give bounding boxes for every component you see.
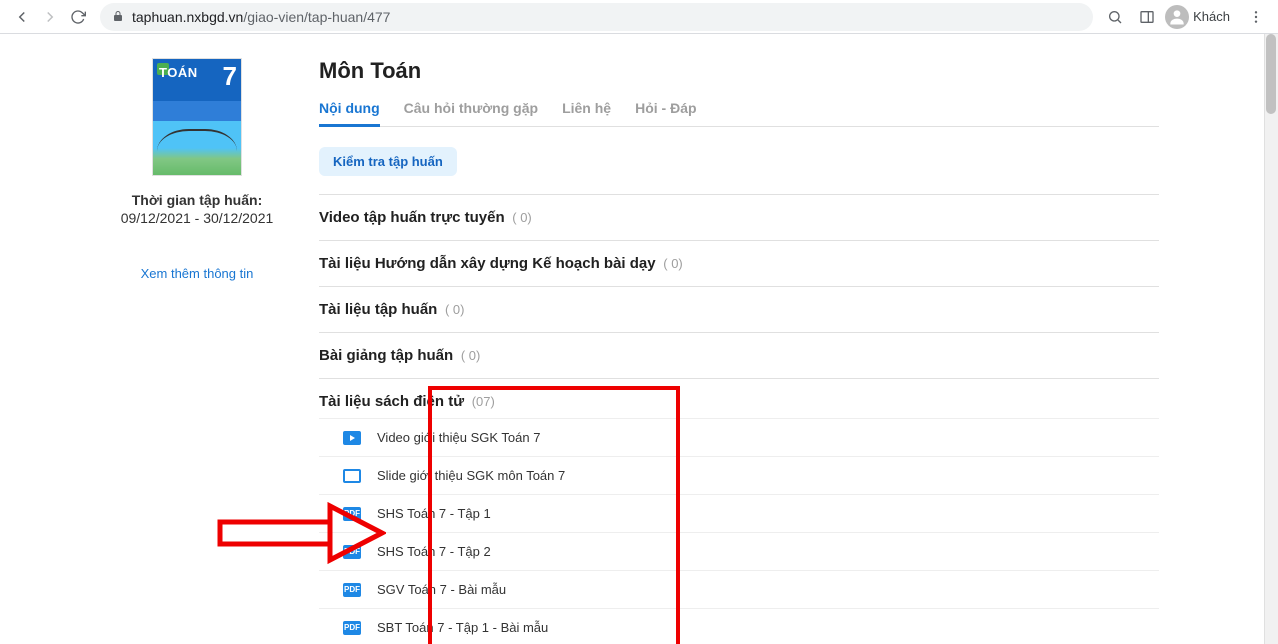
pdf-icon: PDF (343, 545, 361, 559)
viewport: TOÁN 7 Thời gian tập huấn: 09/12/2021 - … (0, 34, 1278, 644)
scrollbar-track[interactable] (1264, 34, 1278, 644)
tab-cau-hoi[interactable]: Câu hỏi thường gặp (404, 100, 538, 126)
resource-label: SHS Toán 7 - Tập 2 (377, 544, 491, 559)
scrollbar-thumb[interactable] (1266, 34, 1276, 114)
main-content: Môn Toán Nội dung Câu hỏi thường gặp Liê… (319, 58, 1179, 644)
resource-list: Video giới thiệu SGK Toán 7 Slide giới t… (319, 418, 1159, 644)
back-button[interactable] (8, 3, 36, 31)
check-training-button[interactable]: Kiểm tra tập huấn (319, 147, 457, 176)
training-period-label: Thời gian tập huấn: (121, 192, 274, 208)
tab-noi-dung[interactable]: Nội dung (319, 100, 380, 126)
address-bar[interactable]: taphuan.nxbgd.vn/giao-vien/tap-huan/477 (100, 3, 1093, 31)
section-ebook[interactable]: Tài liệu sách điện tử (07) Video giới th… (319, 378, 1159, 644)
slide-icon (343, 469, 361, 483)
resource-item[interactable]: PDF SHS Toán 7 - Tập 2 (319, 533, 1159, 571)
page-title: Môn Toán (319, 58, 1159, 84)
browser-toolbar: taphuan.nxbgd.vn/giao-vien/tap-huan/477 … (0, 0, 1278, 34)
resource-label: Video giới thiệu SGK Toán 7 (377, 430, 540, 445)
resource-item[interactable]: PDF SGV Toán 7 - Bài mẫu (319, 571, 1159, 609)
panel-icon[interactable] (1133, 3, 1161, 31)
pdf-icon: PDF (343, 507, 361, 521)
resource-label: SGV Toán 7 - Bài mẫu (377, 582, 506, 597)
pdf-icon: PDF (343, 621, 361, 635)
section-video-training[interactable]: Video tập huấn trực tuyến ( 0) (319, 194, 1159, 240)
resource-item[interactable]: PDF SBT Toán 7 - Tập 1 - Bài mẫu (319, 609, 1159, 644)
tabs: Nội dung Câu hỏi thường gặp Liên hệ Hỏi … (319, 100, 1159, 127)
section-training-docs[interactable]: Tài liệu tập huấn ( 0) (319, 286, 1159, 332)
training-period-value: 09/12/2021 - 30/12/2021 (121, 210, 274, 226)
guest-label: Khách (1193, 9, 1230, 24)
tab-lien-he[interactable]: Liên hệ (562, 100, 611, 126)
url-text: taphuan.nxbgd.vn/giao-vien/tap-huan/477 (132, 9, 390, 25)
forward-button[interactable] (36, 3, 64, 31)
resource-label: SBT Toán 7 - Tập 1 - Bài mẫu (377, 620, 548, 635)
kebab-menu-icon[interactable] (1242, 3, 1270, 31)
video-icon (343, 431, 361, 445)
zoom-icon[interactable] (1101, 3, 1129, 31)
resource-item[interactable]: PDF SHS Toán 7 - Tập 1 (319, 495, 1159, 533)
resource-item[interactable]: Video giới thiệu SGK Toán 7 (319, 418, 1159, 457)
resource-label: SHS Toán 7 - Tập 1 (377, 506, 491, 521)
more-info-link[interactable]: Xem thêm thông tin (141, 266, 254, 281)
book-cover: TOÁN 7 (152, 58, 242, 176)
reload-button[interactable] (64, 3, 92, 31)
resource-item[interactable]: Slide giới thiệu SGK môn Toán 7 (319, 457, 1159, 495)
avatar-icon (1165, 5, 1189, 29)
section-training-lectures[interactable]: Bài giảng tập huấn ( 0) (319, 332, 1159, 378)
book-title: TOÁN (159, 65, 198, 80)
profile-chip[interactable]: Khách (1165, 5, 1238, 29)
book-number: 7 (223, 61, 237, 92)
section-lesson-plan-guide[interactable]: Tài liệu Hướng dẫn xây dựng Kế hoạch bài… (319, 240, 1159, 286)
tab-hoi-dap[interactable]: Hỏi - Đáp (635, 100, 696, 126)
resource-label: Slide giới thiệu SGK môn Toán 7 (377, 468, 565, 483)
sidebar: TOÁN 7 Thời gian tập huấn: 09/12/2021 - … (99, 58, 319, 644)
pdf-icon: PDF (343, 583, 361, 597)
lock-icon (112, 9, 124, 25)
